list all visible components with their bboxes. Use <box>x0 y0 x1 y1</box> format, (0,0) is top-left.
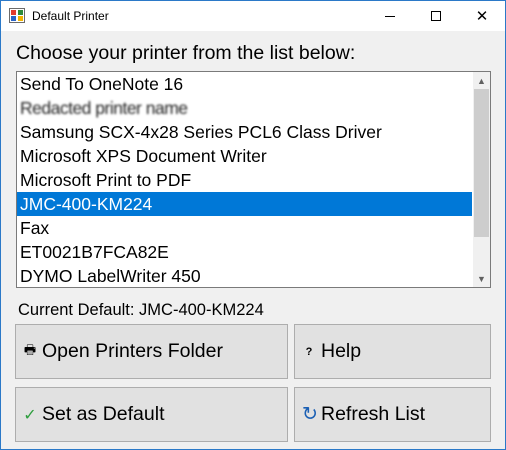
printer-name: Microsoft XPS Document Writer <box>20 146 267 166</box>
printer-list-item[interactable]: Samsung SCX-4x28 Series PCL6 Class Drive… <box>17 120 472 144</box>
scroll-down-arrow-icon[interactable]: ▼ <box>473 270 490 287</box>
printer-list-item[interactable]: Microsoft XPS Document Writer <box>17 144 472 168</box>
maximize-button[interactable] <box>413 1 459 31</box>
printer-name: Fax <box>20 218 50 238</box>
printer-list-item[interactable]: Microsoft Print to PDF <box>17 168 472 192</box>
printer-list-item[interactable]: Send To OneNote 16 <box>17 72 472 96</box>
close-button[interactable]: ✕ <box>459 1 505 31</box>
printer-name: ET0021B7FCA82E <box>20 242 169 262</box>
current-default-label: Current Default: JMC-400-KM224 <box>18 301 264 319</box>
printer-name: DYMO LabelWriter 450 <box>20 266 201 286</box>
set-as-default-button[interactable]: ✓ Set as Default <box>15 387 288 442</box>
refresh-list-label: Refresh List <box>321 403 426 425</box>
printer-name: Redacted printer name <box>20 98 188 118</box>
printer-list-item[interactable]: Redacted printer name <box>17 96 472 120</box>
printer-listbox[interactable]: Send To OneNote 16 Redacted printer name S… <box>16 71 491 288</box>
help-button[interactable]: ? Help <box>294 324 491 379</box>
printer-list[interactable]: Send To OneNote 16 Redacted printer name S… <box>17 72 472 287</box>
instruction-label: Choose your printer from the list below: <box>16 42 356 64</box>
scrollbar-thumb[interactable] <box>474 89 489 237</box>
printer-list-item[interactable]: DYMO LabelWriter 450 <box>17 264 472 287</box>
open-printers-folder-button[interactable]: 🖶 Open Printers Folder <box>15 324 288 379</box>
printer-list-item[interactable]: ET0021B7FCA82E <box>17 240 472 264</box>
minimize-button[interactable] <box>367 1 413 31</box>
maximize-icon <box>431 11 441 21</box>
window-title: Default Printer <box>32 9 109 23</box>
set-as-default-label: Set as Default <box>42 403 165 425</box>
printer-icon: 🖶 <box>23 341 37 357</box>
open-printers-folder-label: Open Printers Folder <box>42 340 223 362</box>
checkmark-icon: ✓ <box>23 406 37 424</box>
minimize-icon <box>385 15 395 17</box>
printer-list-item[interactable]: Fax <box>17 216 472 240</box>
scroll-up-arrow-icon[interactable]: ▲ <box>473 72 490 89</box>
printer-name: Samsung SCX-4x28 Series PCL6 Class Drive… <box>20 122 382 142</box>
printer-name: Microsoft Print to PDF <box>20 170 192 190</box>
close-icon: ✕ <box>475 8 489 25</box>
printer-app-icon <box>9 8 25 23</box>
help-icon: ? <box>305 345 313 358</box>
default-printer-window: Default Printer ✕ Choose your printer fr… <box>0 0 506 450</box>
refresh-list-button[interactable]: ↻ Refresh List <box>294 387 491 442</box>
vertical-scrollbar[interactable]: ▲ ▼ <box>473 72 490 287</box>
title-bar[interactable]: Default Printer ✕ <box>1 1 505 31</box>
refresh-icon: ↻ <box>302 404 318 425</box>
printer-list-item[interactable]: JMC-400-KM224 <box>17 192 472 216</box>
printer-name: JMC-400-KM224 <box>20 194 153 214</box>
printer-name: Send To OneNote 16 <box>20 74 184 94</box>
help-label: Help <box>321 340 362 362</box>
